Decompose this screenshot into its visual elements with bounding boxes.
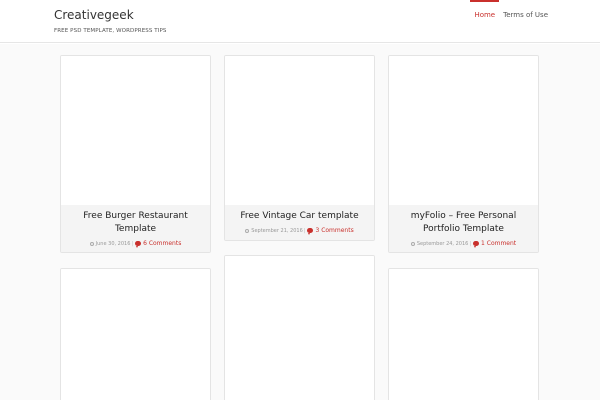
post-card[interactable]: Free Burger Restaurant Template June 30,… <box>60 55 211 253</box>
post-thumbnail[interactable] <box>225 56 374 205</box>
post-thumbnail[interactable] <box>61 56 210 205</box>
post-card[interactable] <box>60 268 211 400</box>
site-description: FREE PSD TEMPLATE, WORDPRESS TIPS <box>54 28 167 34</box>
post-title-link[interactable]: Free Burger Restaurant Template <box>73 210 198 236</box>
post-thumbnail[interactable] <box>61 269 210 400</box>
nav-item-terms-of-use[interactable]: Terms of Use <box>499 0 552 26</box>
comment-icon <box>135 241 142 248</box>
clock-icon <box>245 228 250 233</box>
post-card[interactable] <box>224 255 375 400</box>
post-info: Free Vintage Car template September 21, … <box>225 205 374 240</box>
comment-icon <box>307 228 314 235</box>
post-card[interactable]: Free Vintage Car template September 21, … <box>224 55 375 241</box>
post-info: myFolio – Free Personal Portfolio Templa… <box>389 205 538 252</box>
meta-separator: | <box>303 227 306 234</box>
post-grid: Free Burger Restaurant Template June 30,… <box>0 44 600 400</box>
comments-link[interactable]: 1 Comment <box>481 240 516 247</box>
site-header: Creativegeek FREE PSD TEMPLATE, WORDPRES… <box>0 0 600 43</box>
post-date: September 21, 2016 <box>251 227 303 234</box>
post-thumbnail[interactable] <box>389 269 538 400</box>
post-meta: September 21, 2016 | 3 Comments <box>225 227 374 235</box>
comments-link[interactable]: 6 Comments <box>143 240 181 247</box>
post-thumbnail[interactable] <box>225 256 374 400</box>
comments-link[interactable]: 3 Comments <box>315 227 353 234</box>
meta-separator: | <box>131 240 134 247</box>
clock-icon <box>89 241 94 246</box>
post-card[interactable] <box>388 268 539 400</box>
post-date: September 24, 2016 <box>416 240 469 247</box>
post-date: June 30, 2016 <box>95 240 131 247</box>
post-card[interactable]: myFolio – Free Personal Portfolio Templa… <box>388 55 539 253</box>
post-meta: June 30, 2016 | 6 Comments <box>61 240 210 248</box>
main-nav: Home Terms of Use <box>470 0 552 26</box>
post-info: Free Burger Restaurant Template June 30,… <box>61 205 210 252</box>
meta-separator: | <box>469 240 472 247</box>
site-title-link[interactable]: Creativegeek <box>54 8 134 22</box>
post-thumbnail[interactable] <box>389 56 538 205</box>
nav-item-home[interactable]: Home <box>470 0 499 26</box>
clock-icon <box>410 241 415 246</box>
post-meta: September 24, 2016 | 1 Comment <box>389 240 538 248</box>
post-title-link[interactable]: Free Vintage Car template <box>237 210 362 223</box>
post-title-link[interactable]: myFolio – Free Personal Portfolio Templa… <box>401 210 526 236</box>
comment-icon <box>473 241 480 248</box>
